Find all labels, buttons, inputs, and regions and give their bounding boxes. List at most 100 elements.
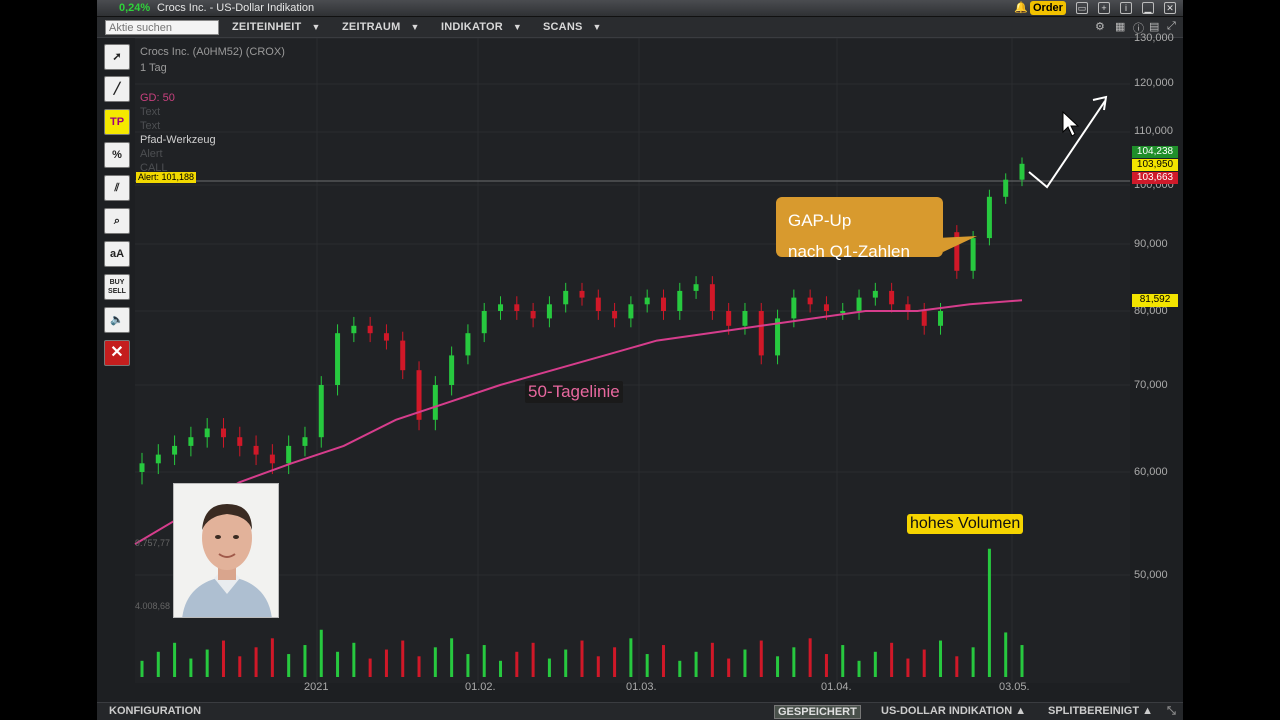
chart-settings-icon[interactable]: ⚙	[1095, 20, 1105, 33]
buy-sell-tool-button[interactable]: BUY SELL	[104, 274, 130, 300]
volume-bar	[694, 651, 698, 677]
volume-bar	[678, 660, 682, 677]
volume-bar	[319, 629, 323, 677]
tp-tool-button[interactable]: TP	[104, 109, 130, 135]
zoom-tool-icon[interactable]: ⌕	[104, 208, 130, 234]
volume-bar	[352, 642, 356, 677]
menu-zeitraum[interactable]: ZEITRAUM ▼	[342, 21, 420, 33]
title-bar: 0,24% Crocs Inc. - US-Dollar Indikation …	[97, 0, 1183, 17]
chevron-down-icon: ▼	[311, 22, 321, 32]
trading-app-window: 0,24% Crocs Inc. - US-Dollar Indikation …	[97, 0, 1183, 720]
gap-up-annotation[interactable]: GAP-Up nach Q1-Zahlen	[776, 197, 943, 261]
delete-drawings-button[interactable]: ✕	[104, 340, 130, 366]
speaker-icon[interactable]: 🔈	[104, 307, 130, 333]
price-axis-label: 130,000	[1134, 32, 1174, 44]
candle-body	[823, 304, 829, 311]
candle-body	[742, 311, 748, 326]
text-object-1[interactable]: Text	[140, 106, 160, 118]
candle-body	[579, 290, 585, 298]
volume-axis-label: 9.757,77	[135, 538, 171, 548]
sell-label: SELL	[108, 288, 126, 295]
moving-average-label[interactable]: GD: 50	[140, 92, 175, 104]
candle-body	[693, 284, 699, 291]
volume-bar	[189, 658, 193, 677]
volume-bar	[173, 642, 177, 677]
close-icon[interactable]: ✕	[1164, 2, 1176, 14]
presenter-portrait	[174, 484, 278, 617]
plot-area	[135, 38, 1130, 683]
volume-bar	[156, 651, 160, 677]
candle-body	[889, 290, 895, 305]
text-size-tool-button[interactable]: aA	[104, 241, 130, 267]
candle-body	[351, 325, 357, 334]
candle-body	[335, 333, 341, 385]
resize-grip-icon[interactable]: ⤡	[1167, 705, 1176, 718]
info-icon[interactable]: i	[1120, 2, 1132, 14]
instrument-name: Crocs Inc. (A0HM52) (CROX)	[140, 46, 285, 58]
candle-body	[872, 290, 878, 298]
candle-body	[172, 445, 178, 455]
candle-body	[595, 297, 601, 311]
search-input[interactable]	[105, 20, 219, 35]
path-tool-label[interactable]: Pfad-Werkzeug	[140, 134, 216, 146]
price-axis-label: 60,000	[1134, 466, 1168, 478]
menu-zeiteinheit[interactable]: ZEITEINHEIT ▼	[232, 21, 321, 33]
split-adjust-dropdown[interactable]: SPLITBEREINIGT ▲	[1048, 705, 1153, 717]
order-button[interactable]: Order	[1030, 1, 1066, 15]
volume-bar	[417, 656, 421, 677]
minimize-icon[interactable]: ▁	[1142, 2, 1154, 14]
volume-annotation[interactable]: hohes Volumen	[907, 514, 1024, 534]
candle-body	[481, 311, 487, 334]
crosshair-icon[interactable]: +	[1098, 2, 1110, 14]
volume-bar	[596, 656, 600, 677]
menu-indikator[interactable]: INDIKATOR ▼	[441, 21, 522, 33]
bell-icon[interactable]: 🔔	[1014, 1, 1028, 14]
configuration-button[interactable]: KONFIGURATION	[109, 705, 201, 717]
percent-tool-button[interactable]: %	[104, 142, 130, 168]
grid-icon[interactable]: ▦	[1115, 20, 1125, 33]
price-tag-high: 104,238	[1132, 146, 1178, 158]
chevron-down-icon: ▼	[592, 22, 602, 32]
volume-bar	[1004, 632, 1008, 677]
webcam-video	[173, 483, 279, 618]
price-axis-label: 90,000	[1134, 238, 1168, 250]
alert-object-label[interactable]: Alert	[140, 148, 163, 160]
candle-body	[840, 311, 846, 313]
x-axis-label: 01.04.	[821, 681, 852, 693]
status-bar: KONFIGURATION GESPEICHERT US-DOLLAR INDI…	[97, 702, 1183, 720]
candle-body	[530, 311, 536, 319]
ma-annotation[interactable]: 50-Tagelinie	[525, 381, 623, 403]
volume-bar	[939, 640, 943, 677]
volume-bar	[629, 638, 633, 677]
layout-icon[interactable]: ▭	[1076, 2, 1088, 14]
volume-bar	[613, 647, 617, 677]
candle-body	[367, 325, 373, 334]
candle-body	[1003, 179, 1009, 197]
pointer-tool-icon[interactable]: ➚	[104, 44, 130, 70]
volume-bar	[466, 654, 470, 677]
candle-body	[726, 311, 732, 326]
alert-price-tag[interactable]: Alert: 101,188	[136, 172, 197, 183]
change-percent: 0,24%	[119, 2, 151, 14]
currency-dropdown[interactable]: US-DOLLAR INDIKATION ▲	[881, 705, 1026, 717]
volume-bar	[401, 640, 405, 677]
volume-bar	[824, 654, 828, 677]
candle-body	[302, 437, 308, 446]
volume-bar	[710, 642, 714, 677]
saved-button[interactable]: GESPEICHERT	[774, 705, 861, 719]
candle-body	[644, 297, 650, 305]
price-tag-last: 103,950	[1132, 159, 1178, 171]
volume-bar	[759, 640, 763, 677]
candle-body	[286, 445, 292, 464]
candle-body	[139, 463, 145, 472]
candle-body	[563, 290, 569, 305]
volume-bar	[792, 647, 796, 677]
volume-bar	[645, 654, 649, 677]
menu-scans[interactable]: SCANS ▼	[543, 21, 602, 33]
candle-body	[677, 290, 683, 311]
chevron-down-icon: ▼	[512, 22, 523, 32]
volume-bar	[336, 651, 340, 677]
line-tool-icon[interactable]: ╱	[104, 76, 130, 102]
text-object-2[interactable]: Text	[140, 120, 160, 132]
parallel-lines-tool-icon[interactable]: ⫽	[104, 175, 130, 201]
